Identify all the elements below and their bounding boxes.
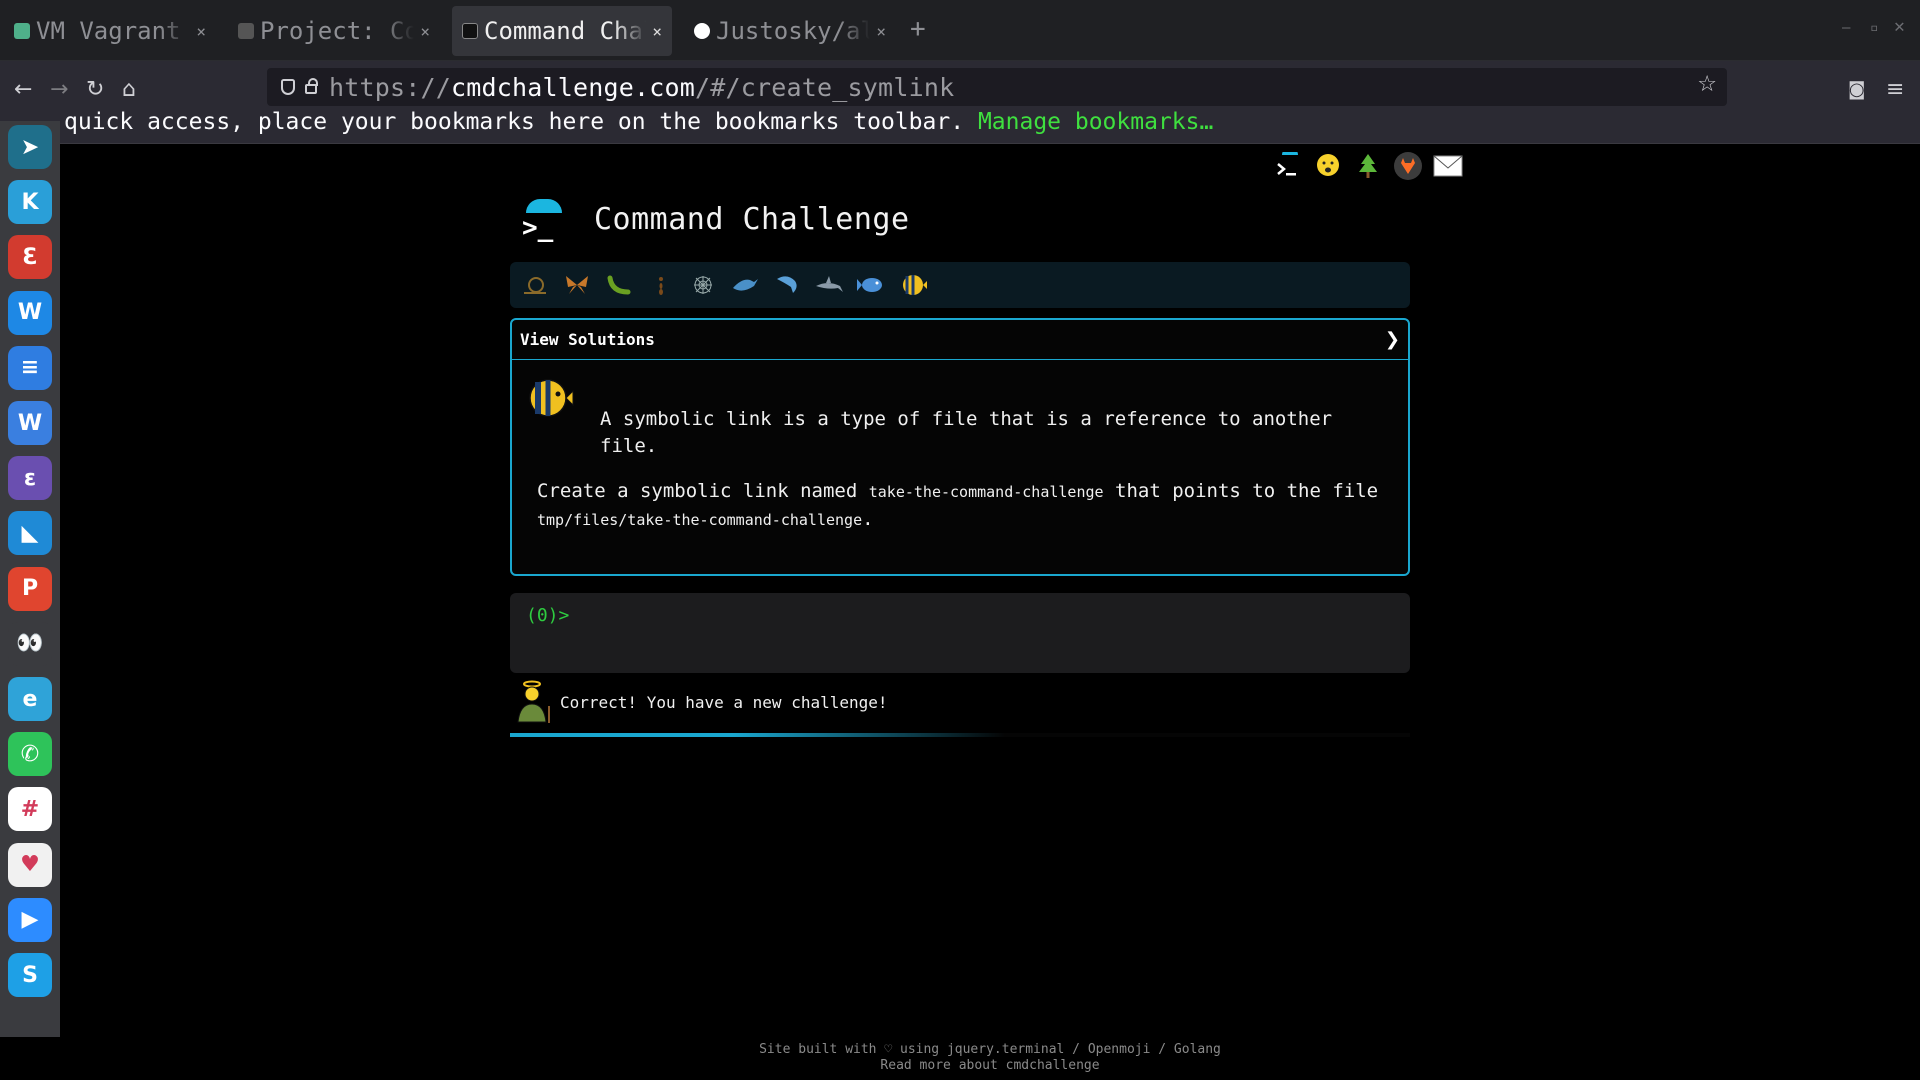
terminal-prompt: (0)>	[526, 605, 570, 626]
dock-app-3-icon[interactable]: Ɛ	[8, 235, 52, 280]
view-solutions-label: View Solutions	[520, 330, 655, 349]
bookmarks-toolbar: quick access, place your bookmarks here …	[0, 107, 1920, 144]
view-solutions-toggle[interactable]: View Solutions ❯	[512, 320, 1408, 360]
vagrant-favicon-icon	[14, 23, 30, 39]
challenge-intro: A symbolic link is a type of file that i…	[600, 408, 1333, 457]
gitlab-icon[interactable]	[1393, 151, 1423, 181]
spider-web-badge-icon[interactable]	[688, 270, 718, 300]
achievement-badges	[510, 262, 1410, 308]
caterpillar-badge-icon[interactable]	[604, 270, 634, 300]
tropical-fish-badge-icon[interactable]	[898, 270, 928, 300]
fish-badge-icon[interactable]	[856, 270, 886, 300]
status-text: Correct! You have a new challenge!	[560, 692, 888, 712]
dock-app-1-icon[interactable]: ➤	[8, 125, 52, 169]
dock-skype-icon[interactable]: S	[8, 953, 52, 997]
bookmark-star-icon[interactable]: ☆	[1697, 72, 1717, 97]
tab-title: VM Vagrant G	[36, 17, 190, 45]
dock-docs-icon[interactable]: ≡	[8, 345, 52, 390]
tab-vm-vagrant[interactable]: VM Vagrant G ×	[4, 6, 216, 56]
tracking-protection-icon[interactable]	[281, 79, 295, 95]
challenge-panel: View Solutions ❯ A symbolic link is a ty…	[510, 318, 1410, 576]
pocket-icon[interactable]: ◙	[1848, 79, 1865, 100]
tab-bar: VM Vagrant G × Project: Com × Command Ch…	[0, 0, 1920, 61]
minimize-icon[interactable]: —	[1842, 20, 1850, 36]
dock-edge-icon[interactable]: e	[8, 677, 52, 721]
project-favicon-icon	[238, 23, 254, 39]
close-tab-icon[interactable]: ×	[652, 22, 662, 41]
url-text[interactable]: https://cmdchallenge.com/#/create_symlin…	[329, 73, 954, 102]
challenge-task: Create a symbolic link named take-the-co…	[537, 480, 1379, 530]
url-bar[interactable]: https://cmdchallenge.com/#/create_symlin…	[267, 68, 1727, 106]
dock-app-4-icon[interactable]: W	[8, 290, 52, 335]
dock-app-14-icon[interactable]: ♥	[8, 842, 52, 887]
reload-icon[interactable]: ↻	[86, 77, 104, 102]
page-title: Command Challenge	[594, 201, 910, 237]
app-dock: ➤ K Ɛ W ≡ Wε ◣ P 👀 e ✆ # ♥ ▶ S	[0, 121, 60, 1037]
dock-slack-icon[interactable]: #	[8, 787, 52, 832]
header-links	[1273, 151, 1463, 181]
tab-command-challenge[interactable]: Command Chal ×	[452, 6, 672, 56]
tab-title: Command Chal	[484, 17, 647, 45]
close-tab-icon[interactable]: ×	[876, 22, 886, 41]
butterfly-badge-icon[interactable]	[562, 270, 592, 300]
mage-avatar-icon	[512, 680, 552, 724]
lock-icon[interactable]	[305, 78, 318, 94]
status-message: Correct! You have a new challenge!	[512, 680, 888, 724]
progress-bar	[510, 733, 1410, 737]
dock-app-10-icon[interactable]: 👀	[8, 621, 52, 666]
link-name: take-the-command-challenge	[868, 483, 1104, 501]
snail-badge-icon[interactable]	[520, 270, 550, 300]
terminal-input[interactable]: (0)>	[510, 593, 1410, 673]
face-icon[interactable]	[1313, 151, 1343, 181]
shark-badge-icon[interactable]	[814, 270, 844, 300]
dock-wps-icon[interactable]: W	[8, 401, 52, 445]
tab-title: Justosky/alx	[716, 17, 871, 45]
footer-about-link[interactable]: Read more about cmdchallenge	[60, 1058, 1920, 1073]
tropical-fish-icon	[524, 376, 574, 420]
tree-icon[interactable]	[1353, 151, 1383, 181]
new-tab-button[interactable]: +	[910, 14, 926, 44]
dock-kodi-icon[interactable]: K	[8, 180, 52, 225]
cmdchallenge-logo-icon: >_	[520, 199, 564, 243]
whale-badge-icon[interactable]	[730, 270, 760, 300]
tab-project[interactable]: Project: Com ×	[228, 6, 440, 56]
tab-github[interactable]: Justosky/alx ×	[684, 6, 896, 56]
page-content: >_ Command Challenge View Solutions ❯ A …	[60, 145, 1920, 1080]
ant-badge-icon[interactable]	[646, 270, 676, 300]
dolphin-badge-icon[interactable]	[772, 270, 802, 300]
home-icon[interactable]: ⌂	[122, 77, 136, 102]
close-window-icon[interactable]: ✕	[1894, 16, 1905, 37]
mail-icon[interactable]	[1433, 151, 1463, 181]
forward-icon[interactable]: →	[50, 77, 68, 102]
close-tab-icon[interactable]: ×	[196, 22, 206, 41]
manage-bookmarks-link[interactable]: Manage bookmarks…	[978, 109, 1213, 135]
maximize-icon[interactable]: ▫	[1870, 20, 1878, 36]
progress-fill	[510, 733, 1005, 737]
bookmarks-hint: quick access, place your bookmarks here …	[64, 109, 965, 135]
dock-emacs-icon[interactable]: ε	[8, 456, 52, 501]
dock-zoom-icon[interactable]: ▶	[8, 897, 52, 942]
footer-credits: Site built with ♡ using jquery.terminal …	[759, 1042, 1221, 1057]
github-favicon-icon	[694, 23, 710, 39]
terminal-icon[interactable]	[1273, 151, 1303, 181]
dock-vscode-icon[interactable]: ◣	[8, 511, 52, 556]
back-icon[interactable]: ←	[14, 77, 32, 102]
chevron-right-icon[interactable]: ❯	[1385, 329, 1400, 350]
page-header: >_ Command Challenge	[520, 199, 910, 243]
terminal-favicon-icon	[462, 23, 478, 39]
tab-title: Project: Com	[260, 17, 415, 45]
target-path: tmp/files/take-the-command-challenge	[537, 511, 863, 529]
dock-wps-presentation-icon[interactable]: P	[8, 566, 52, 611]
menu-icon[interactable]: ≡	[1886, 77, 1904, 102]
dock-whatsapp-icon[interactable]: ✆	[8, 732, 52, 777]
close-tab-icon[interactable]: ×	[420, 22, 430, 41]
